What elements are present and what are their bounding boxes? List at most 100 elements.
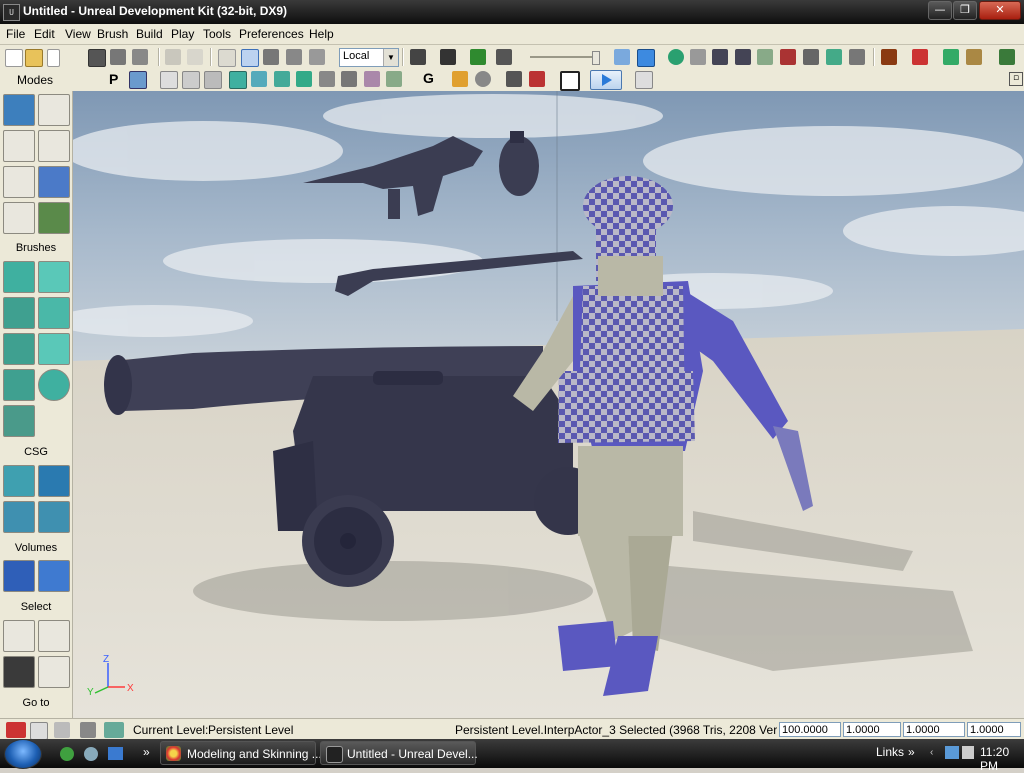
hide-selected-tool[interactable] [38, 620, 70, 652]
build-paths-icon[interactable] [943, 49, 959, 65]
quicklaunch-more[interactable]: » [143, 745, 150, 759]
scale-mode-icon[interactable] [286, 49, 302, 65]
add-special-volume-tool[interactable] [38, 560, 70, 592]
lock-viewport-icon[interactable] [129, 71, 147, 89]
build-geometry-icon[interactable] [881, 49, 897, 65]
menu-file[interactable]: File [6, 27, 25, 41]
scale-z-field[interactable]: 1.0000 [967, 722, 1021, 737]
realtime-toggle-icon[interactable] [637, 49, 655, 67]
eye-icon[interactable] [475, 71, 491, 87]
menu-brush[interactable]: Brush [97, 27, 128, 41]
cylinder-brush-tool[interactable] [38, 297, 70, 329]
autosave-icon[interactable] [104, 722, 124, 738]
translate-mode-icon[interactable] [241, 49, 259, 67]
texture-align-tool[interactable] [38, 130, 70, 162]
cinematic-preview-icon[interactable] [529, 71, 545, 87]
foliage-tool[interactable] [38, 202, 70, 234]
terrain-mode-tool[interactable] [3, 130, 35, 162]
linear-stair-brush-tool[interactable] [3, 333, 35, 365]
menu-build[interactable]: Build [136, 27, 163, 41]
game-view-toggle[interactable]: G [423, 70, 437, 86]
sheet-brush-tool[interactable] [38, 333, 70, 365]
wireframe-mode-icon[interactable] [160, 71, 178, 89]
restore-viewport-icon[interactable]: ▫ [1009, 72, 1023, 86]
show-all-tool[interactable] [38, 656, 70, 688]
invert-selection-tool[interactable] [3, 656, 35, 688]
media-player-quicklaunch-icon[interactable] [84, 747, 98, 761]
show-actors-icon[interactable] [668, 49, 684, 65]
taskbar-button-modeling[interactable]: Modeling and Skinning ... [160, 741, 322, 765]
scale-x-field[interactable]: 1.0000 [843, 722, 901, 737]
menu-play[interactable]: Play [171, 27, 194, 41]
save-levels-icon[interactable] [132, 49, 148, 65]
csg-subtract-tool[interactable] [38, 465, 70, 497]
show-selected-tool[interactable] [3, 620, 35, 652]
undo-icon[interactable] [165, 49, 181, 65]
menu-edit[interactable]: Edit [34, 27, 55, 41]
lighting-channel-icon[interactable] [386, 71, 402, 87]
slider-thumb[interactable] [592, 51, 600, 65]
show-paths-icon[interactable] [712, 49, 728, 65]
csg-deintersect-tool[interactable] [38, 501, 70, 533]
maximize-button[interactable]: ❐ [953, 1, 977, 20]
coordinate-system-select[interactable]: Local ▼ [339, 48, 399, 67]
show-bsp-icon[interactable] [780, 49, 796, 65]
fracture-tool[interactable] [38, 166, 70, 198]
volumetric-brush-tool[interactable] [3, 405, 35, 437]
start-orb-icon[interactable] [4, 739, 42, 769]
perspective-viewport[interactable]: Z Y X [73, 91, 1024, 718]
network-tray-icon[interactable] [945, 746, 959, 759]
viewport-options-icon[interactable] [635, 71, 653, 89]
cube-brush-tool[interactable] [3, 261, 35, 293]
browser-quicklaunch-icon[interactable] [60, 747, 74, 761]
camera-speed-slider[interactable] [530, 51, 600, 65]
show-volumes-icon[interactable] [757, 49, 773, 65]
system-clock[interactable]: 11:20 PM [980, 745, 1024, 773]
shader-complexity-icon[interactable] [341, 71, 357, 87]
volume-tray-icon[interactable] [962, 746, 974, 759]
show-sprites-icon[interactable] [803, 49, 819, 65]
brush-wireframe-icon[interactable] [182, 71, 200, 89]
build-all-icon[interactable] [966, 49, 982, 65]
menu-help[interactable]: Help [309, 27, 334, 41]
spiral-stair-brush-tool[interactable] [3, 369, 35, 401]
scale-grid-icon[interactable] [54, 722, 70, 738]
minimize-button[interactable]: — [928, 1, 952, 20]
taskbar-button-unreal[interactable]: Untitled - Unreal Devel... [320, 741, 478, 765]
level-lock-icon[interactable] [80, 722, 96, 738]
build-lighting-icon[interactable] [912, 49, 928, 65]
recent-dropdown-icon[interactable] [47, 49, 60, 67]
links-toolbar-label[interactable]: Links [876, 745, 904, 759]
menu-tools[interactable]: Tools [203, 27, 231, 41]
texture-density-icon[interactable] [319, 71, 335, 87]
lightmap-density-icon[interactable] [364, 71, 380, 87]
save-all-icon[interactable] [110, 49, 126, 65]
maximize-viewport-icon[interactable] [560, 71, 580, 91]
show-splines-icon[interactable] [735, 49, 751, 65]
new-file-icon[interactable] [5, 49, 23, 67]
close-button[interactable]: ✕ [979, 1, 1021, 20]
unlit-mode-icon[interactable] [204, 71, 222, 89]
geometry-mode-tool[interactable] [38, 94, 70, 126]
kismet-icon[interactable] [440, 49, 456, 65]
show-grid-icon[interactable] [826, 49, 842, 65]
rotation-grid-icon[interactable] [30, 722, 48, 740]
select-arrow-icon[interactable] [218, 49, 236, 67]
landscape-tool[interactable] [3, 202, 35, 234]
show-desktop-icon[interactable] [108, 747, 123, 760]
links-expand[interactable]: » [908, 745, 915, 759]
nonuniform-scale-icon[interactable] [309, 49, 325, 65]
play-on-pc-icon[interactable] [999, 49, 1015, 65]
find-binoculars-icon[interactable] [410, 49, 426, 65]
lock-icon[interactable] [452, 71, 468, 87]
detail-lighting-icon[interactable] [251, 71, 267, 87]
cone-brush-tool[interactable] [38, 261, 70, 293]
curved-stair-brush-tool[interactable] [3, 297, 35, 329]
save-icon[interactable] [88, 49, 106, 67]
drag-grid-icon[interactable] [6, 722, 26, 738]
matinee-icon[interactable] [496, 49, 512, 65]
csg-add-tool[interactable] [3, 465, 35, 497]
light-complexity-icon[interactable] [296, 71, 312, 87]
csg-intersect-tool[interactable] [3, 501, 35, 533]
play-in-editor-button[interactable] [590, 70, 622, 90]
